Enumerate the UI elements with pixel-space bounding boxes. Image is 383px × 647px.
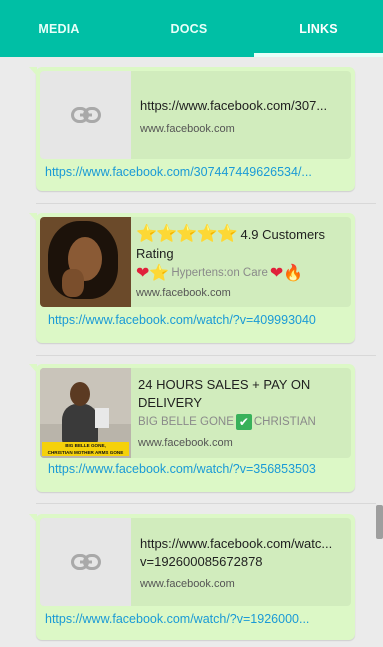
rating-text: 4.9 Customers <box>240 227 326 242</box>
preview-title: ⭐⭐⭐⭐⭐ 4.9 Customers <box>136 225 325 244</box>
link-thumbnail <box>40 518 131 606</box>
link-item[interactable]: BIG BELLE GONE, CHRISTIAN MOTHER ARMS GO… <box>29 364 355 492</box>
tab-media[interactable]: MEDIA <box>0 0 118 57</box>
description-name-2: CHRISTIAN <box>253 416 316 428</box>
link-preview[interactable]: https://www.facebook.com/watc... v=19260… <box>40 518 351 606</box>
link-item[interactable]: ⭐⭐⭐⭐⭐ 4.9 Customers Rating ❤⭐ Hypertens:… <box>29 213 358 343</box>
link-thumbnail <box>40 71 131 159</box>
preview-title-line2: DELIVERY <box>138 395 203 410</box>
link-url[interactable]: https://www.facebook.com/watch/?v=356853… <box>48 462 354 476</box>
link-icon <box>70 554 101 570</box>
links-list[interactable]: https://www.facebook.com/307... www.face… <box>0 57 383 647</box>
divider <box>36 203 376 204</box>
link-item[interactable]: https://www.facebook.com/watc... v=19260… <box>29 514 355 640</box>
preview-description: BIG BELLE GONE ✔ CHRISTIAN <box>138 414 316 430</box>
link-url[interactable]: https://www.facebook.com/watch/?v=409993… <box>48 313 358 327</box>
link-url[interactable]: https://www.facebook.com/307447449626534… <box>45 165 351 179</box>
thumbnail-caption: BIG BELLE GONE, CHRISTIAN MOTHER ARMS GO… <box>42 442 129 456</box>
preview-title-line2: v=192600085672878 <box>140 554 263 569</box>
link-icon <box>70 107 101 123</box>
description-text: Hypertens:on Care <box>171 266 268 279</box>
bubble-tail <box>29 67 37 76</box>
preview-description: ❤⭐ Hypertens:on Care ❤🔥 <box>136 263 303 282</box>
link-preview[interactable]: https://www.facebook.com/307... www.face… <box>40 71 351 159</box>
bubble-tail <box>29 514 37 523</box>
tab-docs[interactable]: DOCS <box>126 0 252 57</box>
link-preview[interactable]: ⭐⭐⭐⭐⭐ 4.9 Customers Rating ❤⭐ Hypertens:… <box>40 217 351 307</box>
link-preview[interactable]: BIG BELLE GONE, CHRISTIAN MOTHER ARMS GO… <box>40 368 351 458</box>
description-name: BIG BELLE GONE <box>138 416 234 428</box>
tab-bar: MEDIA DOCS LINKS <box>0 0 383 57</box>
heart-star-icons: ❤⭐ <box>136 263 170 282</box>
bubble-tail <box>29 213 37 222</box>
divider <box>36 503 376 504</box>
preview-domain: www.facebook.com <box>140 123 235 135</box>
star-rating-icons: ⭐⭐⭐⭐⭐ <box>136 224 238 244</box>
divider <box>36 355 376 356</box>
preview-title-line2: Rating <box>136 246 174 261</box>
preview-title: https://www.facebook.com/watc... <box>140 536 333 551</box>
check-icon: ✔ <box>235 414 252 430</box>
preview-domain: www.facebook.com <box>138 437 233 449</box>
preview-domain: www.facebook.com <box>140 578 235 590</box>
heart-fire-icons: ❤🔥 <box>269 263 304 282</box>
link-item[interactable]: https://www.facebook.com/307... www.face… <box>29 67 355 191</box>
tab-links[interactable]: LINKS <box>254 0 383 57</box>
link-url[interactable]: https://www.facebook.com/watch/?v=192600… <box>45 612 351 626</box>
preview-domain: www.facebook.com <box>136 287 231 299</box>
bubble-tail <box>29 364 37 373</box>
link-thumbnail-photo: BIG BELLE GONE, CHRISTIAN MOTHER ARMS GO… <box>40 368 131 458</box>
preview-title: 24 HOURS SALES + PAY ON <box>138 377 311 392</box>
link-thumbnail-photo <box>40 217 131 307</box>
preview-title: https://www.facebook.com/307... <box>140 98 328 113</box>
scrollbar[interactable] <box>376 505 383 539</box>
